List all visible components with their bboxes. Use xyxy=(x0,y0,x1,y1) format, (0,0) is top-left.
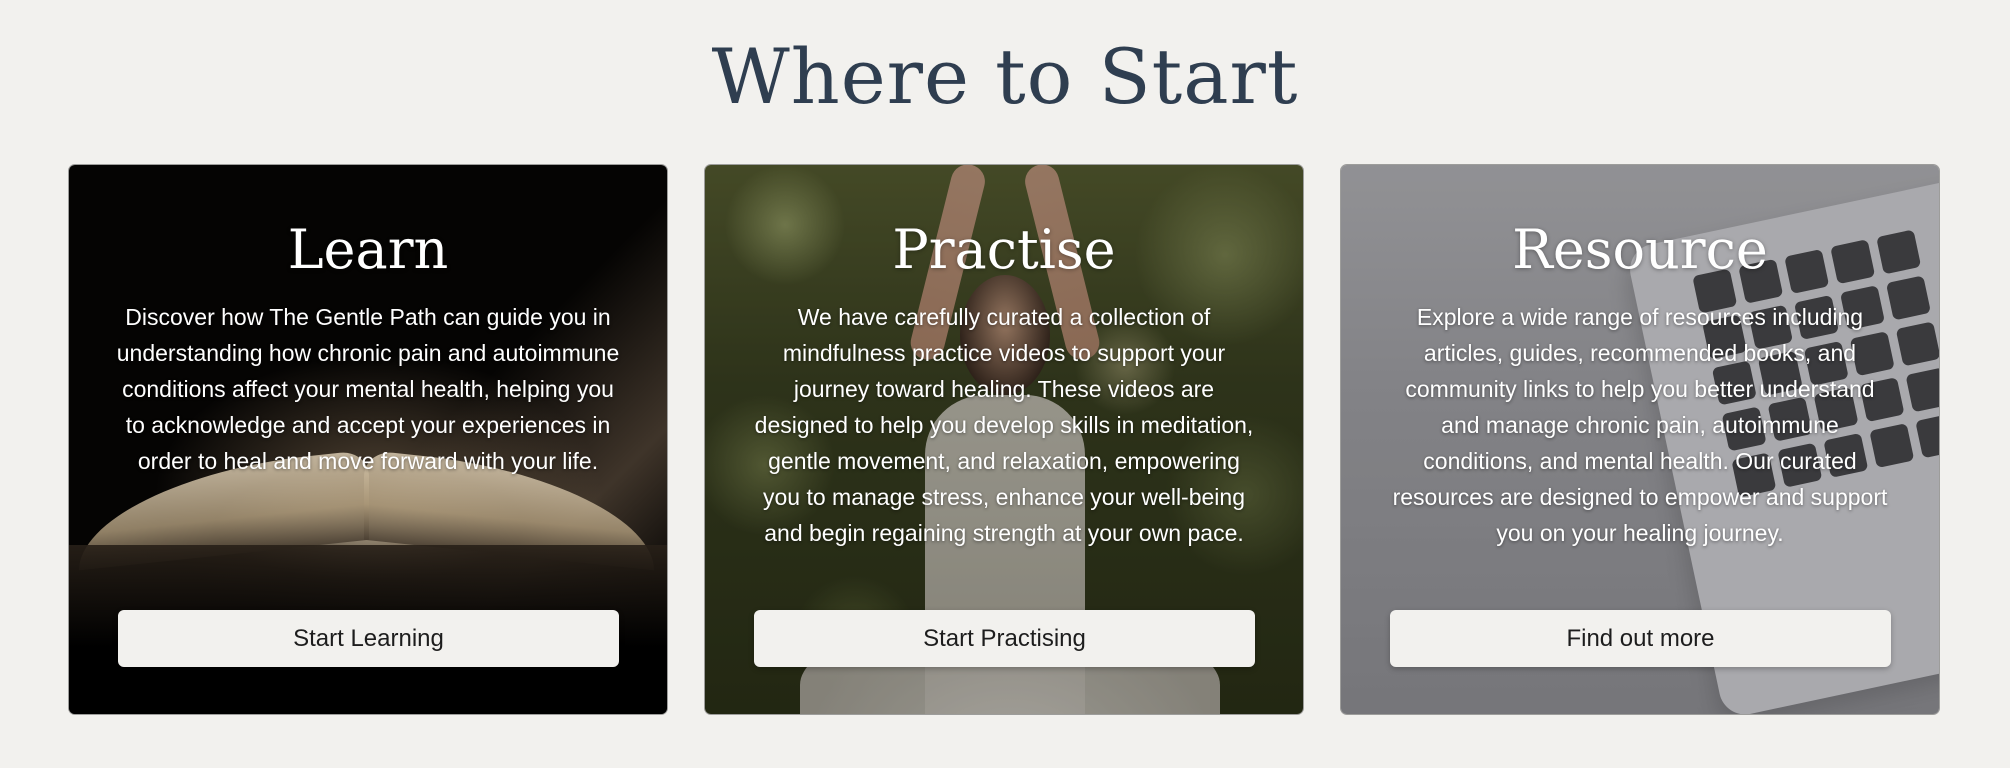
card-practise: Practise We have carefully curated a col… xyxy=(704,164,1304,715)
find-out-more-button[interactable]: Find out more xyxy=(1390,610,1891,667)
card-learn-content: Learn Discover how The Gentle Path can g… xyxy=(69,165,667,714)
start-learning-button[interactable]: Start Learning xyxy=(118,610,619,667)
card-resource-content: Resource Explore a wide range of resourc… xyxy=(1341,165,1939,714)
card-resource: Resource Explore a wide range of resourc… xyxy=(1340,164,1940,715)
card-learn-title: Learn xyxy=(287,218,449,281)
section-title: Where to Start xyxy=(711,32,1299,121)
card-learn-description: Discover how The Gentle Path can guide y… xyxy=(116,304,620,474)
card-practise-title: Practise xyxy=(892,218,1116,281)
card-practise-description: We have carefully curated a collection o… xyxy=(754,304,1254,546)
card-practise-content: Practise We have carefully curated a col… xyxy=(705,165,1303,714)
card-resource-title: Resource xyxy=(1512,218,1768,281)
card-learn: Learn Discover how The Gentle Path can g… xyxy=(68,164,668,715)
card-resource-description: Explore a wide range of resources includ… xyxy=(1392,304,1888,546)
start-practising-button[interactable]: Start Practising xyxy=(754,610,1255,667)
